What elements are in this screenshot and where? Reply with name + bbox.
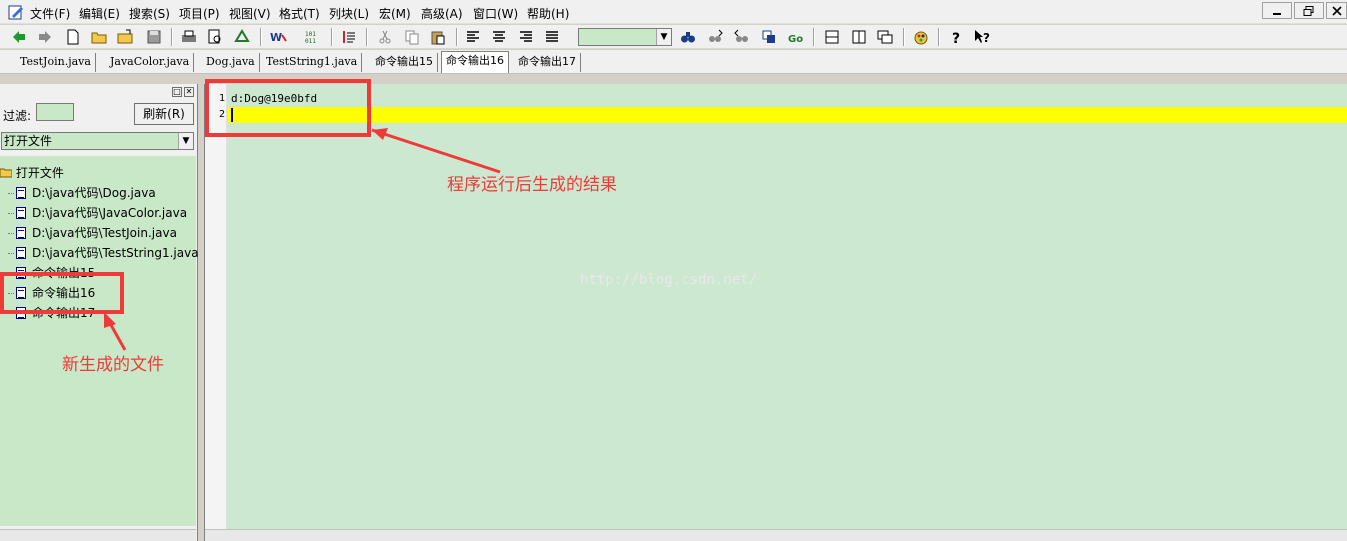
new-file-arrowhead-icon [104, 312, 116, 328]
annotation-arrows [104, 128, 501, 351]
new-file-annotation: 新生成的文件 [62, 355, 164, 375]
result-annotation: 程序运行后生成的结果 [447, 175, 617, 195]
result-arrow [371, 128, 501, 174]
